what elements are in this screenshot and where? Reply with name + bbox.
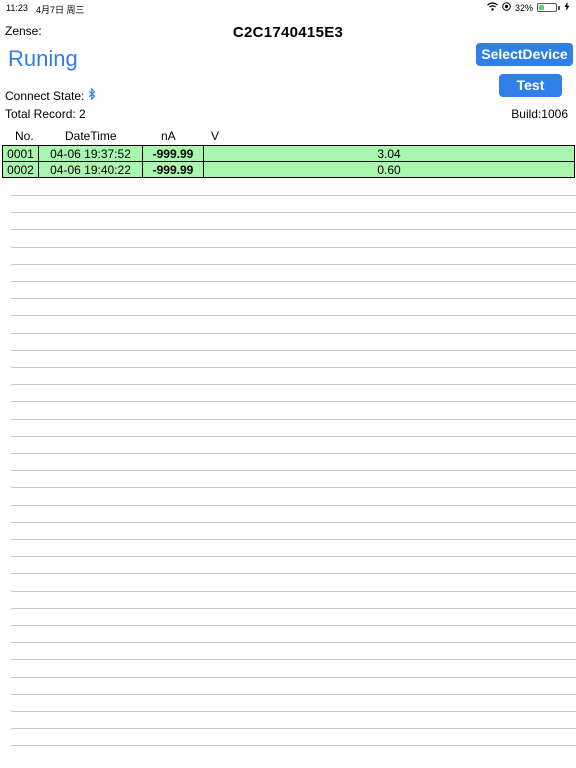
empty-row-line — [11, 435, 576, 437]
empty-row-line — [11, 470, 576, 472]
empty-row-line — [11, 607, 576, 609]
empty-row-line — [11, 195, 576, 196]
battery-tip — [558, 5, 560, 10]
cell-v: 0.60 — [203, 161, 575, 178]
cell-no: 0002 — [2, 161, 39, 178]
table-row[interactable]: 0002 04-06 19:40:22 -999.99 0.60 — [2, 161, 575, 178]
connect-state: Connect State: — [5, 87, 96, 103]
empty-row-line — [11, 367, 576, 368]
status-bar: 11:23 4月7日 周三 32% — [0, 0, 576, 16]
empty-row-line — [11, 349, 576, 351]
empty-row-line — [11, 315, 576, 317]
empty-row-line — [11, 539, 576, 540]
status-time: 11:23 — [6, 3, 28, 13]
total-record: Total Record: 2 — [5, 107, 86, 121]
cell-na: -999.99 — [142, 145, 204, 162]
empty-row-line — [11, 332, 576, 334]
empty-row-line — [11, 401, 576, 403]
empty-row-line — [11, 384, 576, 386]
empty-row-line — [11, 590, 576, 592]
empty-row-line — [11, 281, 576, 282]
cell-no: 0001 — [2, 145, 39, 162]
empty-row-line — [11, 487, 576, 489]
wifi-icon — [487, 2, 498, 13]
column-header-datetime: DateTime — [65, 129, 117, 143]
select-device-button[interactable]: SelectDevice — [476, 43, 573, 66]
empty-row-line — [11, 212, 576, 214]
cell-datetime: 04-06 19:37:52 — [38, 145, 143, 162]
empty-row-line — [11, 693, 576, 695]
empty-row-line — [11, 676, 576, 678]
empty-row-line — [11, 504, 576, 506]
table-header: No. DateTime nA V — [0, 129, 576, 143]
empty-row-line — [11, 711, 576, 712]
connect-state-label: Connect State: — [5, 88, 85, 103]
battery-icon — [537, 3, 557, 12]
column-header-na: nA — [161, 129, 176, 143]
battery-percent: 32% — [514, 2, 533, 13]
cell-datetime: 04-06 19:40:22 — [38, 161, 143, 178]
empty-row-line — [11, 453, 576, 454]
empty-row-line — [11, 263, 576, 265]
empty-row-line — [11, 229, 576, 231]
empty-row-line — [11, 659, 576, 661]
status-date: 4月7日 周三 — [36, 5, 85, 15]
cell-v: 3.04 — [203, 145, 575, 162]
column-header-no: No. — [15, 129, 34, 143]
empty-row-line — [11, 745, 576, 747]
empty-row-line — [11, 246, 576, 248]
empty-row-line — [11, 556, 576, 558]
test-button[interactable]: Test — [499, 74, 562, 97]
bluetooth-icon — [88, 87, 96, 103]
cell-na: -999.99 — [142, 161, 204, 178]
empty-rows-area — [11, 195, 576, 755]
device-id: C2C1740415E3 — [232, 24, 344, 41]
location-icon — [502, 2, 511, 13]
empty-row-line — [11, 573, 576, 575]
empty-row-line — [11, 728, 576, 730]
empty-row-line — [11, 521, 576, 523]
table-row[interactable]: 0001 04-06 19:37:52 -999.99 3.04 — [2, 145, 575, 162]
empty-row-line — [11, 625, 576, 626]
build-label: Build:1006 — [511, 107, 568, 121]
column-header-v: V — [211, 129, 220, 143]
empty-row-line — [11, 298, 576, 300]
status-icons: 32% — [487, 2, 570, 13]
empty-row-line — [11, 418, 576, 420]
empty-row-line — [11, 642, 576, 644]
battery-fill — [539, 5, 545, 10]
charging-icon — [564, 2, 570, 13]
run-status: Runing — [8, 46, 78, 71]
records-table: 0001 04-06 19:37:52 -999.99 3.04 0002 04… — [2, 145, 575, 178]
